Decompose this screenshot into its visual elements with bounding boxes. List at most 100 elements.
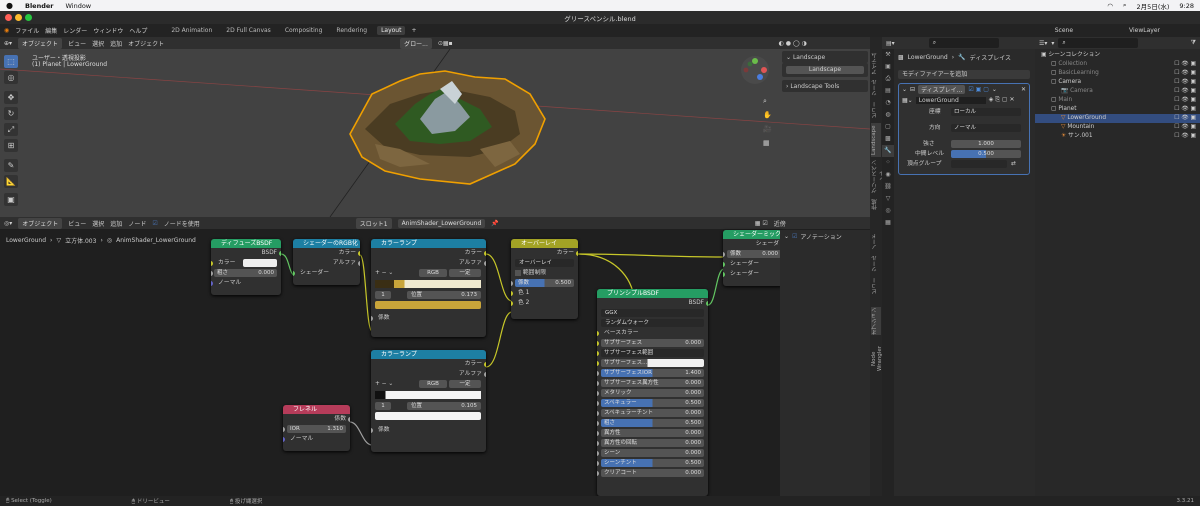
principled-input-row[interactable]: スペキュラーチント 0.000 [597, 408, 708, 418]
visibility-toggle-icons[interactable]: ☐ 👁 ▣ [1174, 114, 1196, 123]
stop-index[interactable]: 1 [375, 402, 391, 410]
blender-logo-icon[interactable]: ◉ [4, 27, 9, 34]
modifier-header[interactable]: ⌄ ⊟ ディスプレイ... ☑ ▣ ▢ ⌄ ✕ [899, 84, 1029, 95]
strength-field[interactable]: 1.000 [951, 140, 1021, 148]
ramp-gradient[interactable] [371, 389, 486, 401]
outliner-item[interactable]: ▢ BasicLearning ☐ 👁 ▣ [1035, 69, 1200, 78]
properties-search[interactable]: ⌕ [928, 38, 999, 48]
tab-tool[interactable]: ツール [871, 79, 881, 97]
principled-input-row[interactable]: シーンチント 0.500 [597, 458, 708, 468]
principled-field[interactable]: シーンチント 0.500 [601, 459, 704, 467]
visibility-toggle-icons[interactable]: ☐ 👁 ▣ [1174, 69, 1196, 78]
principled-field[interactable]: 異方性 0.000 [601, 429, 704, 437]
add-stop-icon[interactable]: + − ⌄ [375, 381, 393, 387]
ior-field[interactable]: IOR 1.310 [283, 424, 350, 434]
ramp-gradient[interactable] [371, 278, 486, 290]
add-cube-tool[interactable]: ▣ [4, 193, 18, 206]
tab-view[interactable]: ビュー [871, 277, 881, 295]
annotate-tool[interactable]: ✎ [4, 159, 18, 172]
node-title[interactable]: カラーランプ [371, 350, 486, 359]
principled-input-row[interactable]: シーン 0.000 [597, 448, 708, 458]
viewlayer-selector[interactable]: ViewLayer [1129, 27, 1160, 34]
app-menu[interactable]: Blender [25, 2, 54, 10]
node-fresnel[interactable]: フレネル 係数 IOR 1.310 ノーマル [283, 405, 350, 451]
viewport-canvas[interactable]: ⬚ ◎ ✥ ↻ ⤢ ⊞ ✎ 📐 ▣ ユーザー・透視投影 (1) Planet |… [0, 49, 870, 217]
workspace-tab[interactable]: Rendering [332, 26, 371, 35]
wifi-icon[interactable]: ◠ [1107, 2, 1113, 10]
modifier-name-field[interactable]: ディスプレイ... [918, 85, 966, 94]
window-menu[interactable]: Window [65, 2, 91, 10]
close-window-button[interactable] [5, 14, 12, 21]
vgroup-field[interactable] [951, 160, 1007, 168]
node-color-ramp-2[interactable]: カラーランプ カラー アルファ + − ⌄ RGB 一定 1 位置 0.105 係… [371, 350, 486, 452]
editor-type-icon[interactable]: ⊕▾ [4, 40, 12, 47]
add-menu[interactable]: 追加 [110, 39, 122, 48]
transform-tool[interactable]: ⊞ [4, 139, 18, 152]
node-title[interactable]: ディフューズBSDF [211, 239, 281, 248]
orientation-selector[interactable]: グロー... [400, 37, 432, 49]
stop-color[interactable] [371, 411, 486, 421]
shader-node-editor[interactable]: ◎▾ オブジェクト ビュー 選択 追加 ノード ☑ ノードを使用 スロット1 A… [0, 217, 870, 496]
move-tool[interactable]: ✥ [4, 91, 18, 104]
ramp-interp[interactable]: 一定 [449, 380, 481, 388]
menu-help[interactable]: ヘルプ [129, 26, 147, 35]
tab-tool[interactable]: ツール [871, 255, 881, 273]
npanel-landscape-header[interactable]: ⌄ Landscape [782, 51, 868, 63]
principled-field[interactable]: クリアコート 0.000 [601, 469, 704, 477]
mix-fac-field[interactable]: 係数 0.000 [723, 249, 783, 259]
filter-icon[interactable]: ⧩ [1191, 39, 1196, 47]
outliner-item[interactable]: ▣ シーンコレクション [1035, 51, 1200, 60]
stop-color[interactable] [371, 300, 486, 310]
view-menu[interactable]: ビュー [68, 39, 86, 48]
node-principled-bsdf[interactable]: プリンシプルBSDF BSDF GGX ランダムウォーク ベースカラー サブサー… [597, 289, 708, 496]
outliner-search[interactable]: ⌕ [1058, 38, 1139, 48]
texture-actions-icons[interactable]: ◈ ⎘ ▢ ✕ [989, 96, 1015, 104]
menu-window[interactable]: ウィンドウ [93, 26, 123, 35]
outliner-item[interactable]: ▢ Collection ☐ 👁 ▣ [1035, 60, 1200, 69]
menu-edit[interactable]: 編集 [45, 26, 57, 35]
principled-field[interactable]: サブサーフェス 0.000 [601, 339, 704, 347]
navigation-gizmo[interactable] [740, 55, 770, 85]
node-title[interactable]: フレネル [283, 405, 350, 414]
tab-grease-pencil[interactable]: グリースペンシル [871, 159, 886, 195]
editor-type-icon[interactable]: ☰▾ [1039, 40, 1047, 47]
principled-input-row[interactable]: 異方性の回転 0.000 [597, 438, 708, 448]
workspace-tab[interactable]: 2D Animation [167, 26, 216, 35]
blend-mode[interactable]: オーバーレイ [515, 259, 574, 267]
node-title[interactable]: プリンシプルBSDF [597, 289, 708, 298]
measure-tool[interactable]: 📐 [4, 175, 18, 188]
cursor-tool[interactable]: ◎ [4, 71, 18, 84]
view-nav-icons[interactable]: ⌕ ✋ 🎥 ▦ [763, 94, 772, 150]
tab-options[interactable]: オプション [871, 307, 881, 335]
principled-field[interactable]: サブサーフェス異方性 0.000 [601, 379, 704, 387]
shading-icons[interactable]: ◐ ● ◯ ◑ [779, 40, 807, 47]
3d-viewport[interactable]: ⊕▾ オブジェクト ビュー 選択 追加 オブジェクト グロー... ⊙▦▪ ◐ … [0, 37, 870, 217]
principled-field[interactable]: スペキュラーチント 0.000 [601, 409, 704, 417]
principled-field[interactable]: サブサーフェス範囲 [601, 349, 704, 357]
tab-create[interactable]: 作成 [871, 197, 881, 213]
node-diffuse-bsdf[interactable]: ディフューズBSDF BSDF カラー 粗さ 0.000 ノーマル [211, 239, 281, 295]
visibility-toggle-icons[interactable]: ☐ 👁 ▣ [1174, 123, 1196, 132]
distribution-select[interactable]: GGX [601, 309, 704, 317]
visibility-toggle-icons[interactable]: ☐ 👁 ▣ [1174, 78, 1196, 87]
tab-node[interactable]: ノード [871, 233, 881, 251]
ramp-mode[interactable]: RGB [419, 269, 447, 277]
sss-method-select[interactable]: ランダムウォーク [601, 319, 704, 327]
outliner-item[interactable]: ▢ Camera ☐ 👁 ▣ [1035, 78, 1200, 87]
ramp-mode[interactable]: RGB [419, 380, 447, 388]
select-menu[interactable]: 選択 [92, 39, 104, 48]
add-workspace-icon[interactable]: + [411, 27, 416, 34]
node-overlay[interactable]: オーバーレイ カラー オーバーレイ 範囲制限 係数 0.500 色 1 色 2 [511, 239, 578, 319]
annotation-panel[interactable]: ⌄ ☑ アノテーション [780, 230, 870, 243]
midlevel-field[interactable]: 0.500 [951, 150, 1021, 158]
node-title[interactable]: カラーランプ [371, 239, 486, 248]
stop-position[interactable]: 位置 0.173 [407, 291, 481, 299]
add-stop-icon[interactable]: + − ⌄ [375, 270, 393, 276]
workspace-tab[interactable]: Compositing [281, 26, 327, 35]
editor-type-icon[interactable]: ▤▾ [886, 40, 895, 47]
select-tool[interactable]: ⬚ [4, 55, 18, 68]
display-mode-icon[interactable]: ▾ [1051, 40, 1054, 47]
stop-index[interactable]: 1 [375, 291, 391, 299]
mode-selector[interactable]: オブジェクト [18, 37, 63, 49]
principled-input-row[interactable]: 異方性 0.000 [597, 428, 708, 438]
